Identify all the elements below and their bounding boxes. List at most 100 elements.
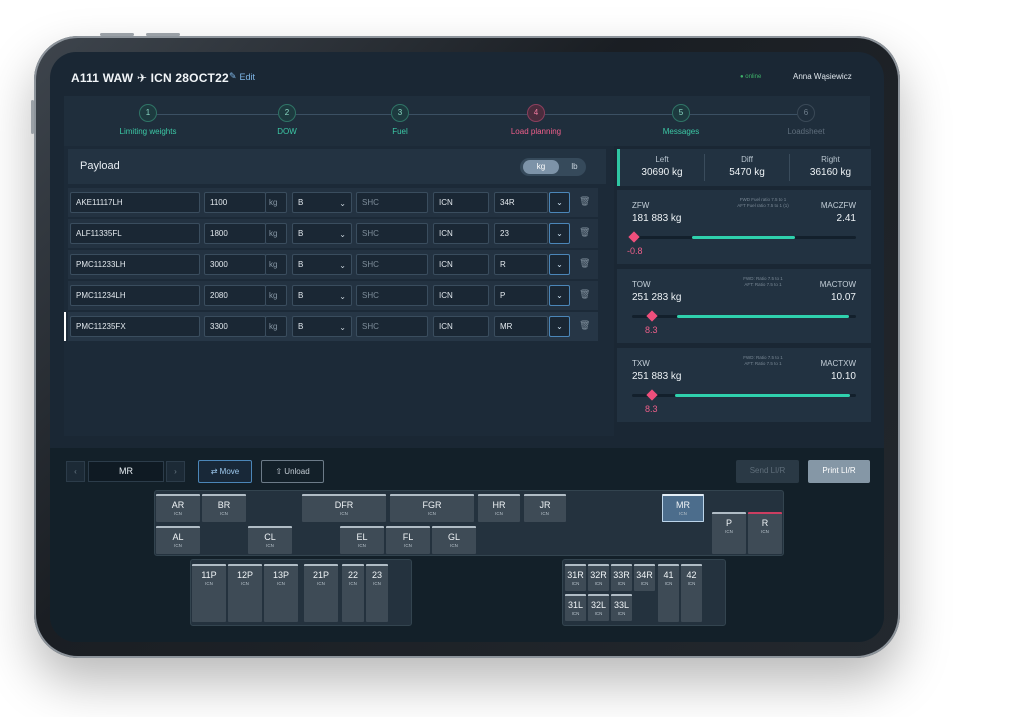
- cargo-position[interactable]: HR ICN: [478, 494, 520, 522]
- move-button[interactable]: ⇄ Move: [198, 460, 252, 483]
- mac-label: MACTOW: [819, 280, 856, 289]
- cargo-position[interactable]: JR ICN: [524, 494, 566, 522]
- class-select[interactable]: B ⌄: [292, 285, 352, 306]
- cargo-position[interactable]: 34R ICN: [634, 564, 655, 591]
- unit-lb-option[interactable]: lb: [558, 158, 591, 176]
- position-dropdown-button[interactable]: ⌄: [549, 285, 570, 306]
- cargo-position[interactable]: AL ICN: [156, 526, 200, 554]
- cg-marker: [646, 389, 658, 401]
- uld-id-field[interactable]: PMC11234LH: [70, 285, 200, 306]
- cargo-position[interactable]: 13P ICN: [264, 564, 298, 622]
- cargo-position[interactable]: P ICN: [712, 512, 746, 554]
- step-dow[interactable]: 2 DOW: [227, 104, 347, 136]
- weight-field[interactable]: 1100: [204, 192, 266, 213]
- prev-position-button[interactable]: ‹: [66, 461, 85, 482]
- uld-id-field[interactable]: PMC11235FX: [70, 316, 200, 337]
- position-input[interactable]: MR: [88, 461, 164, 482]
- weight-unit[interactable]: kg: [265, 254, 287, 275]
- step-load-planning[interactable]: 4 Load planning: [476, 104, 596, 136]
- cargo-position[interactable]: 32L ICN: [588, 594, 609, 621]
- unload-button[interactable]: ⇧ Unload: [261, 460, 324, 483]
- cargo-position[interactable]: R ICN: [748, 512, 782, 554]
- cargo-position[interactable]: GL ICN: [432, 526, 476, 554]
- position-field[interactable]: R: [494, 254, 548, 275]
- destination-field[interactable]: ICN: [433, 285, 489, 306]
- trash-icon[interactable]: 🗑: [579, 289, 590, 300]
- position-dropdown-button[interactable]: ⌄: [549, 223, 570, 244]
- weight-field[interactable]: 1800: [204, 223, 266, 244]
- weight-unit[interactable]: kg: [265, 316, 287, 337]
- weight-field-value: 1800: [210, 229, 228, 238]
- position-destination: ICN: [617, 581, 626, 586]
- cargo-position[interactable]: 32R ICN: [588, 564, 609, 591]
- cargo-position[interactable]: 33R ICN: [611, 564, 632, 591]
- trash-icon[interactable]: 🗑: [579, 196, 590, 207]
- position-destination: ICN: [761, 529, 769, 534]
- shc-field[interactable]: SHC: [356, 285, 428, 306]
- shc-field[interactable]: SHC: [356, 316, 428, 337]
- cargo-position[interactable]: EL ICN: [340, 526, 384, 554]
- cargo-position[interactable]: 22 ICN: [342, 564, 364, 622]
- cg-allowed-range: [692, 236, 795, 239]
- unit-kg-option[interactable]: kg: [523, 160, 559, 174]
- position-dropdown-button[interactable]: ⌄: [549, 254, 570, 275]
- cargo-position[interactable]: 33L ICN: [611, 594, 632, 621]
- shc-field[interactable]: SHC: [356, 223, 428, 244]
- trash-icon[interactable]: 🗑: [579, 227, 590, 238]
- cargo-position[interactable]: 21P ICN: [304, 564, 338, 622]
- send-lir-button[interactable]: Send LI/R: [736, 460, 799, 483]
- weight-unit[interactable]: kg: [265, 223, 287, 244]
- cargo-position[interactable]: MR ICN: [662, 494, 704, 522]
- position-field[interactable]: MR: [494, 316, 548, 337]
- weight-unit[interactable]: kg: [265, 285, 287, 306]
- weight-field[interactable]: 2080: [204, 285, 266, 306]
- shc-field[interactable]: SHC: [356, 254, 428, 275]
- step-messages[interactable]: 5 Messages: [621, 104, 741, 136]
- cargo-position[interactable]: 31R ICN: [565, 564, 586, 591]
- trash-icon[interactable]: 🗑: [579, 320, 590, 331]
- weight-field[interactable]: 3300: [204, 316, 266, 337]
- destination-field[interactable]: ICN: [433, 316, 489, 337]
- cargo-position[interactable]: FL ICN: [386, 526, 430, 554]
- user-name[interactable]: Anna Wąsiewicz: [793, 72, 852, 81]
- cargo-position[interactable]: 12P ICN: [228, 564, 262, 622]
- cargo-position[interactable]: 11P ICN: [192, 564, 226, 622]
- cargo-position[interactable]: 41 ICN: [658, 564, 679, 622]
- unit-toggle[interactable]: kg lb: [520, 158, 586, 176]
- next-position-button[interactable]: ›: [166, 461, 185, 482]
- chevron-down-icon: ⌄: [339, 323, 346, 332]
- cargo-position[interactable]: CL ICN: [248, 526, 292, 554]
- payload-header: Payload kg lb: [68, 149, 606, 184]
- trash-icon[interactable]: 🗑: [579, 258, 590, 269]
- cargo-position[interactable]: 42 ICN: [681, 564, 702, 622]
- position-dropdown-button[interactable]: ⌄: [549, 316, 570, 337]
- cargo-position[interactable]: FGR ICN: [390, 494, 474, 522]
- weight-field[interactable]: 3000: [204, 254, 266, 275]
- destination-field[interactable]: ICN: [433, 192, 489, 213]
- destination-field[interactable]: ICN: [433, 254, 489, 275]
- cargo-position[interactable]: AR ICN: [156, 494, 200, 522]
- cargo-position[interactable]: DFR ICN: [302, 494, 386, 522]
- step-limiting-weights[interactable]: 1 Limiting weights: [88, 104, 208, 136]
- uld-id-field[interactable]: PMC11233LH: [70, 254, 200, 275]
- position-field[interactable]: P: [494, 285, 548, 306]
- cargo-position[interactable]: 23 ICN: [366, 564, 388, 622]
- class-select[interactable]: B ⌄: [292, 192, 352, 213]
- cargo-position[interactable]: BR ICN: [202, 494, 246, 522]
- position-field[interactable]: 23: [494, 223, 548, 244]
- edit-link[interactable]: ✎ Edit: [229, 71, 255, 82]
- class-select[interactable]: B ⌄: [292, 223, 352, 244]
- weight-unit[interactable]: kg: [265, 192, 287, 213]
- position-field[interactable]: 34R: [494, 192, 548, 213]
- shc-field[interactable]: SHC: [356, 192, 428, 213]
- position-dropdown-button[interactable]: ⌄: [549, 192, 570, 213]
- uld-id-field[interactable]: ALF11335FL: [70, 223, 200, 244]
- step-loadsheet[interactable]: 6 Loadsheet: [746, 104, 866, 136]
- print-lir-button[interactable]: Print LI/R: [808, 460, 870, 483]
- destination-field[interactable]: ICN: [433, 223, 489, 244]
- class-select[interactable]: B ⌄: [292, 254, 352, 275]
- cargo-position[interactable]: 31L ICN: [565, 594, 586, 621]
- uld-id-field[interactable]: AKE11117LH: [70, 192, 200, 213]
- step-fuel[interactable]: 3 Fuel: [340, 104, 460, 136]
- class-select[interactable]: B ⌄: [292, 316, 352, 337]
